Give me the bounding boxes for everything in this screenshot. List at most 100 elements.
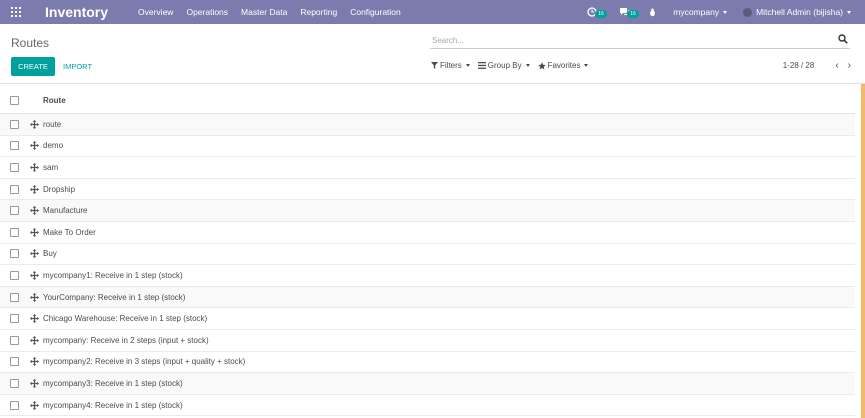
app-name[interactable]: Inventory [45, 4, 108, 20]
table-row[interactable]: mycompany3: Receive in 1 step (stock) [0, 373, 855, 395]
drag-handle-icon[interactable] [29, 227, 39, 237]
chevron-down-icon [723, 10, 728, 14]
drag-handle-icon[interactable] [29, 292, 39, 302]
drag-handle-icon[interactable] [29, 119, 39, 129]
table-row[interactable]: Make To Order [0, 222, 855, 244]
table-row[interactable]: Manufacture [0, 200, 855, 222]
route-name: mycompany1: Receive in 1 step (stock) [43, 270, 183, 280]
table-row[interactable]: sam [0, 157, 855, 179]
table-row[interactable]: route [0, 114, 855, 136]
menu-reporting[interactable]: Reporting [300, 7, 337, 17]
row-checkbox[interactable] [10, 335, 19, 345]
table-row[interactable]: Chicago Warehouse: Receive in 1 step (st… [0, 308, 855, 330]
messages-button[interactable]: 16 [619, 7, 639, 18]
chevron-right-icon[interactable]: › [848, 60, 851, 71]
route-name: sam [43, 162, 59, 172]
route-name: mycompany: Receive in 2 steps (input + s… [43, 335, 209, 345]
menu-operations[interactable]: Operations [186, 7, 228, 17]
column-header-route[interactable]: Route [43, 96, 66, 105]
menu-master-data[interactable]: Master Data [241, 7, 287, 17]
route-name: Make To Order [43, 227, 96, 237]
route-name: mycompany2: Receive in 3 steps (input + … [43, 357, 246, 367]
pager: 1-28 / 28 ‹ › [783, 60, 851, 71]
control-panel: Routes CREATE IMPORT Filters Group By [0, 24, 865, 84]
drag-handle-icon[interactable] [29, 162, 39, 172]
menu-configuration[interactable]: Configuration [350, 7, 401, 17]
row-checkbox[interactable] [10, 249, 19, 259]
bars-icon [477, 62, 486, 69]
row-checkbox[interactable] [10, 292, 19, 302]
table-row[interactable]: mycompany: Receive in 2 steps (input + s… [0, 330, 855, 352]
chevron-down-icon [584, 64, 589, 67]
table-row[interactable]: mycompany2: Receive in 3 steps (input + … [0, 352, 855, 374]
apps-menu-button[interactable] [0, 0, 32, 24]
chevron-down-icon [525, 64, 530, 67]
page-title[interactable]: Routes [11, 36, 49, 50]
drag-handle-icon[interactable] [29, 378, 39, 388]
chevron-left-icon[interactable]: ‹ [835, 60, 838, 71]
favorites-button[interactable]: Favorites [537, 61, 589, 70]
row-checkbox[interactable] [10, 119, 19, 129]
apps-grid-icon [11, 7, 21, 17]
star-icon [537, 61, 546, 69]
route-name: mycompany3: Receive in 1 step (stock) [43, 378, 183, 388]
bug-icon [650, 8, 656, 16]
drag-handle-icon[interactable] [29, 141, 39, 151]
route-name: route [43, 119, 62, 129]
menu-overview[interactable]: Overview [138, 7, 173, 17]
drag-handle-icon[interactable] [29, 184, 39, 194]
activity-button[interactable]: 16 [587, 7, 607, 18]
create-button[interactable]: CREATE [11, 57, 55, 76]
route-name: mycompany4: Receive in 1 step (stock) [43, 400, 183, 410]
list-header: Route [0, 88, 855, 114]
company-switcher[interactable]: mycompany [673, 7, 728, 17]
table-row[interactable]: mycompany4: Receive in 1 step (stock) [0, 395, 855, 417]
drag-handle-icon[interactable] [29, 400, 39, 410]
top-navbar: Inventory Overview Operations Master Dat… [0, 0, 865, 24]
row-checkbox[interactable] [10, 270, 19, 280]
import-button[interactable]: IMPORT [63, 57, 92, 76]
row-checkbox[interactable] [10, 227, 19, 237]
row-checkbox[interactable] [10, 357, 19, 367]
user-menu[interactable]: Mitchell Admin (bijisha) [743, 7, 851, 17]
groupby-button[interactable]: Group By [477, 61, 530, 70]
pager-value[interactable]: 1-28 / 28 [783, 61, 815, 70]
table-row[interactable]: Dropship [0, 179, 855, 201]
routes-list: Route route demo sam Dropship Manufacture Mak… [0, 88, 855, 417]
table-row[interactable]: mycompany1: Receive in 1 step (stock) [0, 265, 855, 287]
drag-handle-icon[interactable] [29, 335, 39, 345]
route-name: demo [43, 141, 64, 151]
drag-handle-icon[interactable] [29, 314, 39, 324]
search-input[interactable] [430, 33, 820, 47]
row-checkbox[interactable] [10, 184, 19, 194]
scrollbar[interactable] [861, 84, 865, 418]
debug-button[interactable] [648, 8, 657, 17]
table-row[interactable]: YourCompany: Receive in 1 step (stock) [0, 286, 855, 309]
route-name: Chicago Warehouse: Receive in 1 step (st… [43, 314, 208, 324]
drag-handle-icon[interactable] [29, 357, 39, 367]
row-checkbox[interactable] [10, 314, 19, 324]
filters-label: Filters [440, 61, 462, 70]
filters-button[interactable]: Filters [431, 61, 470, 70]
row-checkbox[interactable] [10, 378, 19, 388]
table-row[interactable]: demo [0, 136, 855, 158]
row-checkbox[interactable] [10, 162, 19, 172]
groupby-label: Group By [487, 61, 522, 70]
avatar [743, 7, 753, 17]
row-checkbox[interactable] [10, 400, 19, 410]
favorites-label: Favorites [547, 61, 581, 70]
route-name: Buy [43, 249, 57, 259]
table-row[interactable]: Buy [0, 244, 855, 266]
messages-count-badge: 16 [627, 10, 639, 18]
drag-handle-icon[interactable] [29, 206, 39, 216]
chevron-down-icon [847, 10, 851, 14]
drag-handle-icon[interactable] [29, 249, 39, 259]
row-checkbox[interactable] [10, 141, 19, 151]
search-options: Filters Group By Favorites [431, 61, 596, 70]
drag-handle-icon[interactable] [29, 270, 39, 280]
route-name: Manufacture [43, 206, 88, 216]
row-checkbox[interactable] [10, 206, 19, 216]
select-all-checkbox[interactable] [10, 96, 19, 105]
search-icon[interactable] [838, 34, 848, 44]
search-bar [430, 33, 850, 49]
